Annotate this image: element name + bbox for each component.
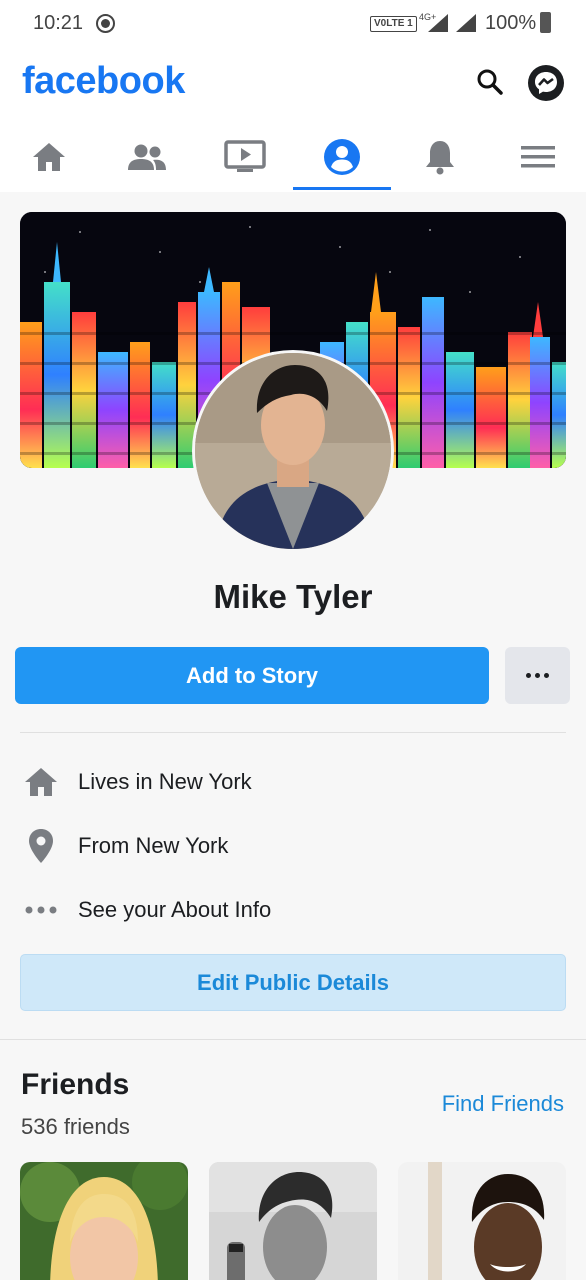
lives-in-text: Lives in New York — [78, 769, 252, 794]
status-bar: 10:21 V0LTE 1 4G+ 100% — [0, 0, 586, 46]
recording-icon — [96, 14, 115, 33]
info-from: From New York — [20, 826, 566, 866]
bell-icon — [426, 141, 454, 175]
battery-icon — [540, 12, 551, 33]
tab-menu[interactable] — [489, 122, 586, 192]
add-to-story-button[interactable]: Add to Story — [15, 647, 489, 704]
more-dot — [544, 673, 549, 678]
app-header: facebook — [0, 46, 586, 122]
tab-home[interactable] — [0, 122, 98, 192]
facebook-logo: facebook — [22, 60, 185, 102]
info-about[interactable]: See your About Info — [20, 890, 566, 930]
friend-photo — [20, 1162, 188, 1280]
more-horizontal-icon — [20, 890, 62, 930]
location-pin-icon — [20, 826, 62, 866]
find-friends-link[interactable]: Find Friends — [410, 1091, 564, 1117]
signal-icon-2 — [456, 14, 476, 32]
messenger-icon — [535, 72, 557, 94]
from-text: From New York — [78, 833, 229, 858]
tab-profile[interactable] — [293, 122, 391, 192]
more-dot — [526, 673, 531, 678]
tab-friends[interactable] — [98, 122, 196, 192]
profile-name: Mike Tyler — [213, 578, 373, 615]
menu-icon — [521, 146, 555, 168]
messenger-button[interactable] — [528, 65, 564, 101]
volte-badge: V0LTE 1 — [370, 16, 417, 32]
profile-photo — [195, 353, 391, 549]
friend-card[interactable] — [209, 1162, 377, 1280]
info-lives-in: Lives in New York — [20, 762, 566, 802]
home-icon — [33, 143, 65, 171]
about-info-link[interactable]: See your About Info — [78, 897, 271, 923]
search-icon[interactable] — [472, 64, 508, 100]
battery-level: 100% — [485, 12, 537, 34]
home-icon — [20, 762, 62, 802]
friend-photo — [209, 1162, 377, 1280]
friend-card[interactable] — [20, 1162, 188, 1280]
profile-icon — [324, 139, 360, 175]
signal-icon — [428, 14, 448, 32]
friends-count: 536 friends — [21, 1114, 130, 1139]
friends-heading: Friends — [21, 1068, 130, 1101]
tab-watch[interactable] — [196, 122, 294, 192]
tab-notifications[interactable] — [391, 122, 489, 192]
friend-card[interactable] — [398, 1162, 566, 1280]
divider — [20, 732, 566, 733]
friends-icon — [128, 144, 166, 170]
more-dot — [535, 673, 540, 678]
status-time: 10:21 — [33, 12, 84, 34]
section-divider — [0, 1039, 586, 1040]
profile-avatar[interactable] — [192, 350, 394, 552]
edit-public-details-button[interactable]: Edit Public Details — [20, 954, 566, 1011]
watch-icon — [224, 140, 266, 172]
more-options-button[interactable] — [505, 647, 570, 704]
friend-photo — [398, 1162, 566, 1280]
tab-bar — [0, 122, 586, 192]
